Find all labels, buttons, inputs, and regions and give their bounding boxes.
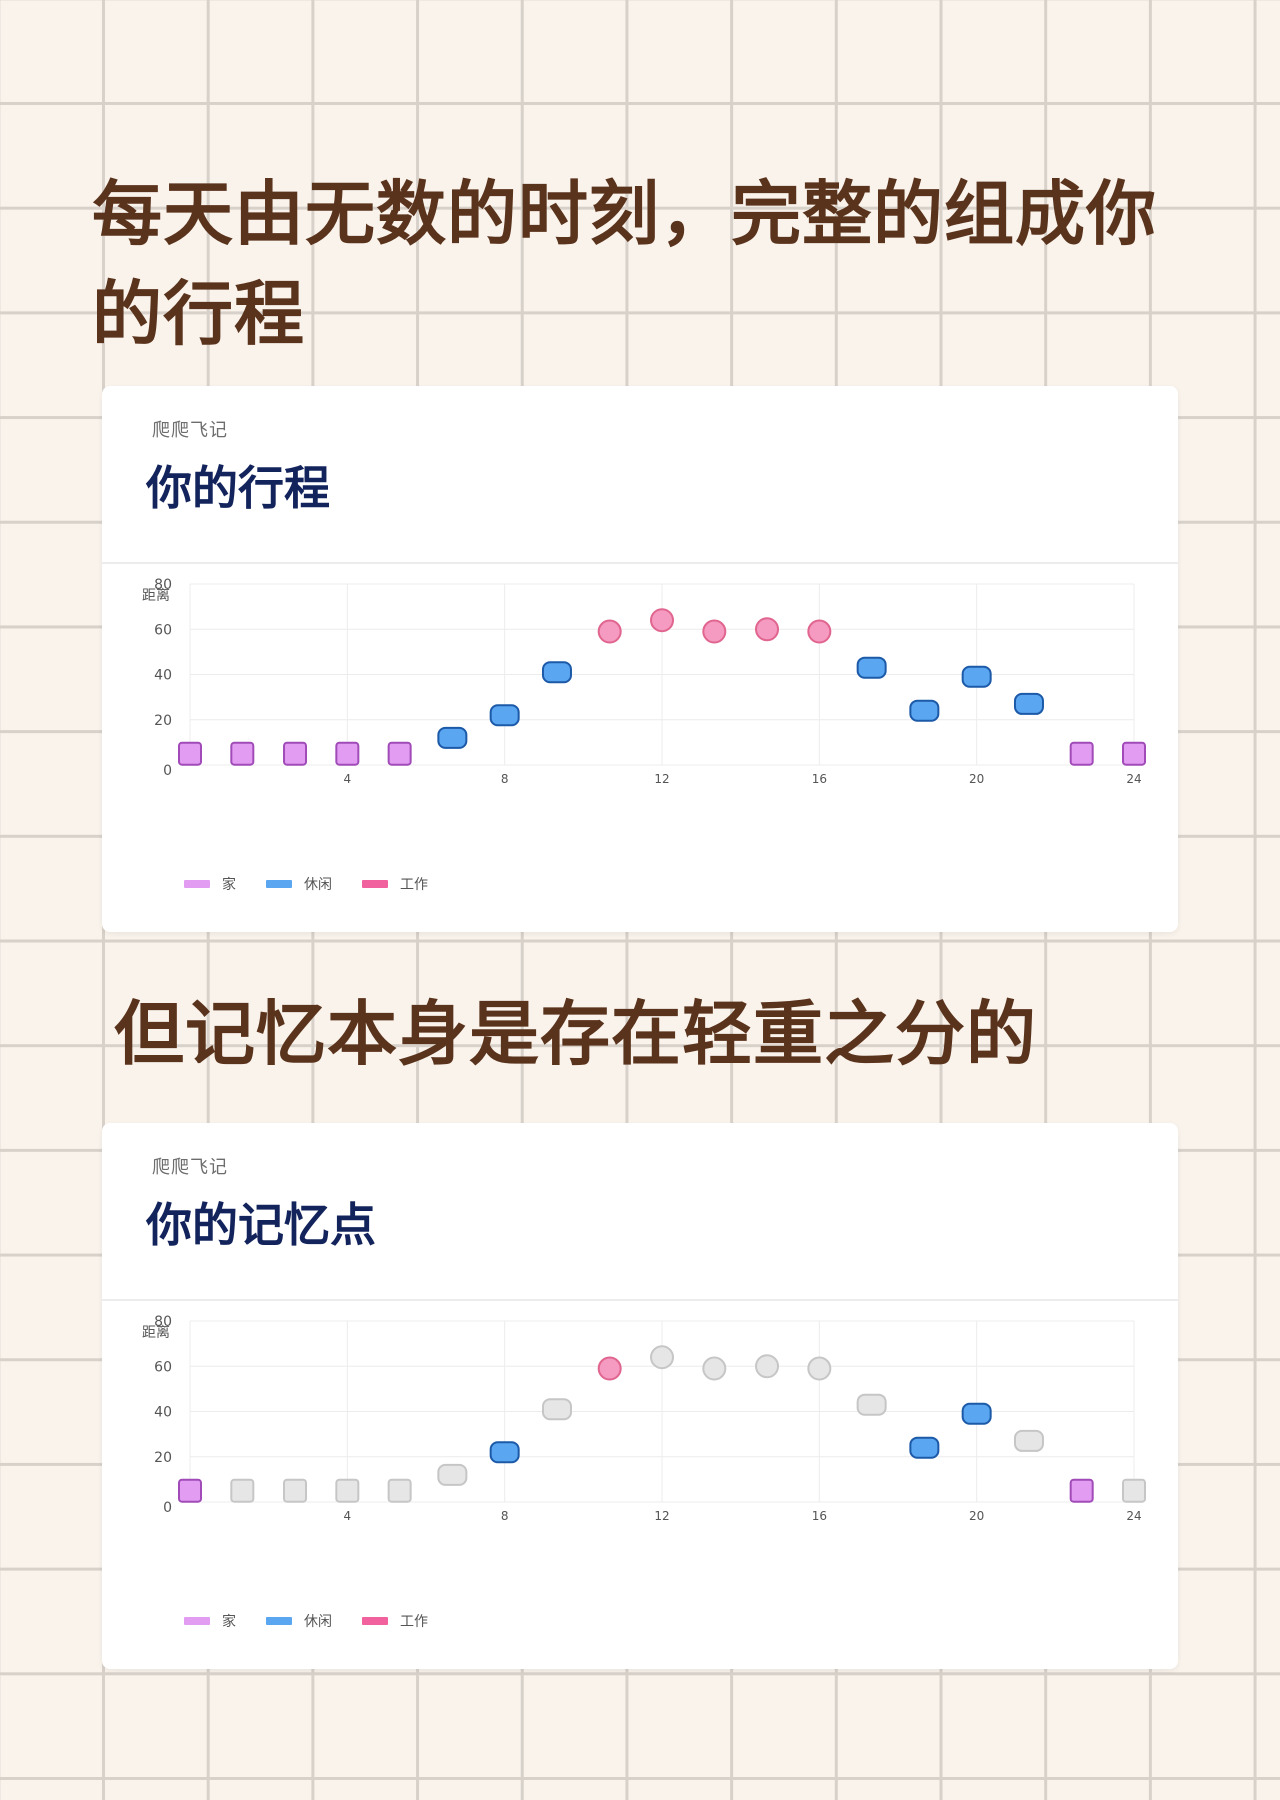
legend-item-work: 工作 (362, 874, 428, 894)
faded-point (1013, 1429, 1044, 1452)
x-tick-label: 20 (969, 772, 984, 786)
faded-point (1122, 1478, 1146, 1503)
legend-item-home: 家 (184, 874, 236, 894)
faded-point (755, 1354, 780, 1379)
legend-item-work: 工作 (362, 1611, 428, 1631)
work-point (650, 608, 674, 633)
leisure-point (1013, 692, 1044, 715)
home-point (1069, 741, 1094, 766)
y-tick-label: 60 (154, 622, 172, 638)
chart-legend: 家 休闲 工作 (184, 874, 428, 894)
home-point (230, 741, 255, 766)
y-tick-label: 0 (163, 763, 172, 779)
home-point (283, 741, 308, 766)
x-tick-label: 8 (501, 1509, 509, 1523)
x-tick-label: 24 (1126, 772, 1141, 786)
y-tick-label: 80 (154, 1314, 172, 1330)
legend-label-work: 工作 (400, 877, 428, 893)
legend-swatch-home (184, 1617, 210, 1625)
x-tick-label: 12 (654, 772, 669, 786)
x-tick-label: 16 (812, 772, 827, 786)
legend-swatch-work (362, 1617, 388, 1625)
faded-point (807, 1356, 832, 1381)
x-tick-label: 12 (654, 1509, 669, 1523)
x-tick-label: 8 (501, 772, 509, 786)
faded-point (856, 1393, 887, 1416)
legend-label-home: 家 (222, 877, 236, 893)
faded-point (650, 1345, 674, 1370)
leisure-point (909, 1436, 940, 1459)
legend-label-leisure: 休闲 (304, 877, 332, 893)
work-point (597, 619, 622, 644)
leisure-point (909, 699, 940, 722)
faded-point (541, 1398, 572, 1421)
work-point (807, 619, 832, 644)
memory-card: 爬爬飞记 你的记忆点 距离 0 20 40 60 80 4 8 12 16 20 24 家 休闲 工作 (102, 1123, 1178, 1669)
legend-item-home: 家 (184, 1611, 236, 1631)
work-point (702, 619, 727, 644)
legend-swatch-leisure (266, 880, 292, 888)
leisure-point (541, 661, 572, 684)
legend-swatch-work (362, 880, 388, 888)
brand-label: 爬爬飞记 (152, 1157, 228, 1178)
faded-point (702, 1356, 727, 1381)
y-tick-label: 40 (154, 1405, 172, 1421)
leisure-point (961, 665, 992, 688)
memory-scatter-chart: 距离0204060804 8 12 16 20 24 (142, 1314, 1146, 1523)
x-tick-label: 16 (812, 1509, 827, 1523)
x-tick-label: 24 (1126, 1509, 1141, 1523)
home-point (1069, 1478, 1094, 1503)
y-tick-label: 60 (154, 1359, 172, 1375)
legend-item-leisure: 休闲 (266, 874, 332, 894)
y-tick-label: 80 (154, 577, 172, 593)
legend-label-work: 工作 (400, 1614, 428, 1630)
legend-swatch-leisure (266, 1617, 292, 1625)
brand-label: 爬爬飞记 (152, 420, 228, 441)
leisure-point (489, 1441, 520, 1464)
home-point (178, 1478, 202, 1503)
home-point (1122, 741, 1146, 766)
faded-point (230, 1478, 255, 1503)
work-point (755, 617, 780, 642)
leisure-point (856, 656, 887, 679)
y-tick-label: 40 (154, 668, 172, 684)
home-point (387, 741, 412, 766)
faded-point (387, 1478, 412, 1503)
card-title: 你的记忆点 (146, 1198, 376, 1252)
leisure-point (961, 1402, 992, 1425)
x-tick-label: 4 (344, 1509, 352, 1523)
schedule-scatter-chart: 距离0204060804 8 12 16 20 24 (142, 577, 1146, 786)
home-point (178, 741, 202, 766)
y-tick-label: 20 (154, 1450, 172, 1466)
legend-swatch-home (184, 880, 210, 888)
y-tick-label: 0 (163, 1500, 172, 1516)
faded-point (335, 1478, 360, 1503)
y-tick-label: 20 (154, 713, 172, 729)
chart-legend: 家 休闲 工作 (184, 1611, 428, 1631)
faded-point (437, 1463, 468, 1486)
legend-label-leisure: 休闲 (304, 1614, 332, 1630)
card-title: 你的行程 (146, 461, 330, 515)
work-point (597, 1356, 622, 1381)
legend-item-leisure: 休闲 (266, 1611, 332, 1631)
legend-label-home: 家 (222, 1614, 236, 1630)
leisure-point (489, 704, 520, 727)
headline-memory: 但记忆本身是存在轻重之分的 (114, 993, 1037, 1075)
faded-point (283, 1478, 308, 1503)
home-point (335, 741, 360, 766)
x-tick-label: 20 (969, 1509, 984, 1523)
schedule-card: 爬爬飞记 你的行程 距离 0 20 40 60 80 4 8 12 16 20 24 家 休闲 工作 (102, 386, 1178, 932)
leisure-point (437, 726, 468, 749)
headline-schedule: 每天由无数的时刻，完整的组成你的行程 (92, 173, 1157, 355)
x-tick-label: 4 (344, 772, 352, 786)
